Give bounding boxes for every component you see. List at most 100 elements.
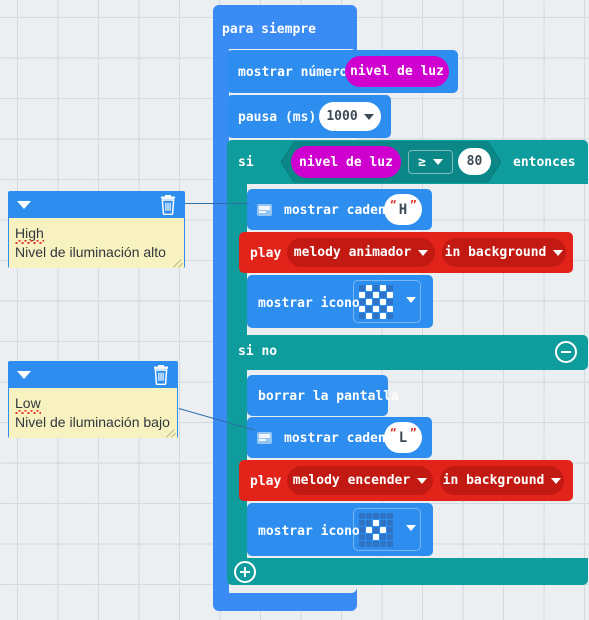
grid-cross [176, 95, 183, 102]
reporter-light-level-1-label: nivel de luz [350, 64, 444, 79]
grid-cross [14, 298, 21, 305]
block-play-melody-encender[interactable]: play melody encender in background [239, 460, 573, 501]
led-cell [380, 520, 386, 526]
grid-cross [500, 419, 507, 426]
comment-low-header[interactable] [9, 362, 177, 387]
led-cell [373, 299, 379, 305]
plus-icon[interactable] [234, 561, 256, 583]
icon-picker-diamond[interactable] [353, 508, 421, 551]
grid-cross [14, 14, 21, 21]
grid-cross [500, 500, 507, 507]
grid-cross [95, 95, 102, 102]
grid-cross [136, 460, 143, 467]
grid-cross [460, 298, 467, 305]
grid-cross [176, 500, 183, 507]
comment-resize-handle[interactable] [166, 427, 176, 437]
led-cell [359, 513, 365, 519]
melody-mode-dropdown-1[interactable]: in background [442, 238, 566, 267]
grid-cross [581, 541, 588, 548]
led-cell [366, 292, 372, 298]
grid-cross [55, 338, 62, 345]
block-pause[interactable]: pausa (ms) 1000 [227, 95, 391, 138]
comparison-threshold-field[interactable]: 80 [458, 148, 491, 175]
trash-icon[interactable] [159, 195, 177, 215]
grid-cross [176, 14, 183, 21]
pause-value-dropdown[interactable]: 1000 [319, 102, 381, 131]
block-play-melody-encender-label: play [250, 474, 282, 489]
grid-cross [460, 541, 467, 548]
trash-icon[interactable] [152, 365, 170, 385]
grid-cross [176, 541, 183, 548]
reporter-light-level-1[interactable]: nivel de luz [345, 56, 449, 87]
reporter-light-level-2[interactable]: nivel de luz [291, 146, 401, 178]
block-show-number-label: mostrar número [238, 65, 348, 80]
block-show-icon-chessboard-label: mostrar icono [258, 296, 360, 311]
led-cell [373, 527, 379, 533]
chevron-down-icon [551, 477, 562, 484]
led-matrix-diamond [359, 513, 393, 547]
comment-connector-high [184, 203, 249, 204]
grid-cross [500, 14, 507, 21]
grid-cross [581, 379, 588, 386]
led-cell [387, 527, 393, 533]
block-play-melody-animador[interactable]: play melody animador in background [239, 232, 573, 273]
comment-icon[interactable] [257, 432, 272, 444]
grid-cross [419, 379, 426, 386]
block-show-number[interactable]: mostrar número nivel de luz [227, 50, 458, 93]
led-cell [373, 513, 379, 519]
comparison-operator-dropdown[interactable]: ≥ [408, 150, 453, 174]
block-show-string-h[interactable]: mostrar cadena H “ ” [247, 189, 432, 230]
grid-cross [136, 541, 143, 548]
block-clear-screen[interactable]: borrar la pantalla [247, 375, 399, 416]
grid-cross [581, 55, 588, 62]
comparison-threshold-value: 80 [466, 154, 483, 169]
icon-picker-chessboard[interactable] [353, 280, 421, 323]
comment-high[interactable]: High Nivel de iluminación alto [8, 191, 185, 268]
grid-cross [460, 500, 467, 507]
grid-cross [541, 500, 548, 507]
quote-left-glyph: “ [390, 426, 397, 439]
comment-high-header[interactable] [9, 192, 184, 217]
led-cell [380, 513, 386, 519]
melody-dropdown-animador[interactable]: melody animador [287, 238, 435, 267]
led-cell [366, 527, 372, 533]
grid-cross [500, 95, 507, 102]
led-cell [366, 520, 372, 526]
grid-cross [136, 136, 143, 143]
led-cell [380, 299, 386, 305]
comment-resize-handle[interactable] [173, 257, 183, 267]
blocks-workspace[interactable]: para siempre mostrar número nivel de luz… [0, 0, 589, 620]
led-cell [373, 292, 379, 298]
melody-mode-dropdown-2[interactable]: in background [440, 466, 564, 495]
comment-high-body[interactable]: High Nivel de iluminación alto [9, 217, 184, 268]
block-if-footer [227, 558, 588, 585]
grid-cross [95, 298, 102, 305]
led-cell [380, 527, 386, 533]
grid-cross [55, 581, 62, 588]
block-show-string-l-label: mostrar cadena [284, 431, 394, 446]
collapse-arrow-icon[interactable] [17, 371, 31, 379]
led-cell [387, 520, 393, 526]
block-if-label: si [238, 155, 254, 170]
grid-cross [581, 298, 588, 305]
chevron-down-icon [406, 297, 416, 303]
collapse-arrow-icon[interactable] [17, 201, 31, 209]
comment-high-line1: High [15, 225, 44, 244]
grid-cross [136, 500, 143, 507]
grid-cross [136, 581, 143, 588]
block-show-icon-diamond[interactable]: mostrar icono [247, 503, 433, 556]
melody-dropdown-animador-value: melody animador [293, 245, 412, 260]
comment-icon[interactable] [257, 204, 272, 216]
comment-low[interactable]: Low Nivel de iluminación bajo [8, 361, 178, 438]
grid-cross [55, 500, 62, 507]
comment-low-body[interactable]: Low Nivel de iluminación bajo [9, 387, 177, 438]
block-show-icon-chessboard[interactable]: mostrar icono [247, 275, 433, 328]
block-else-header[interactable] [227, 335, 588, 370]
grid-cross [55, 55, 62, 62]
block-show-string-l[interactable]: mostrar cadena L “ ” [247, 417, 432, 458]
led-cell [373, 534, 379, 540]
led-cell [380, 292, 386, 298]
melody-dropdown-encender[interactable]: melody encender [287, 466, 433, 495]
grid-cross [136, 298, 143, 305]
minus-icon[interactable] [555, 341, 577, 363]
